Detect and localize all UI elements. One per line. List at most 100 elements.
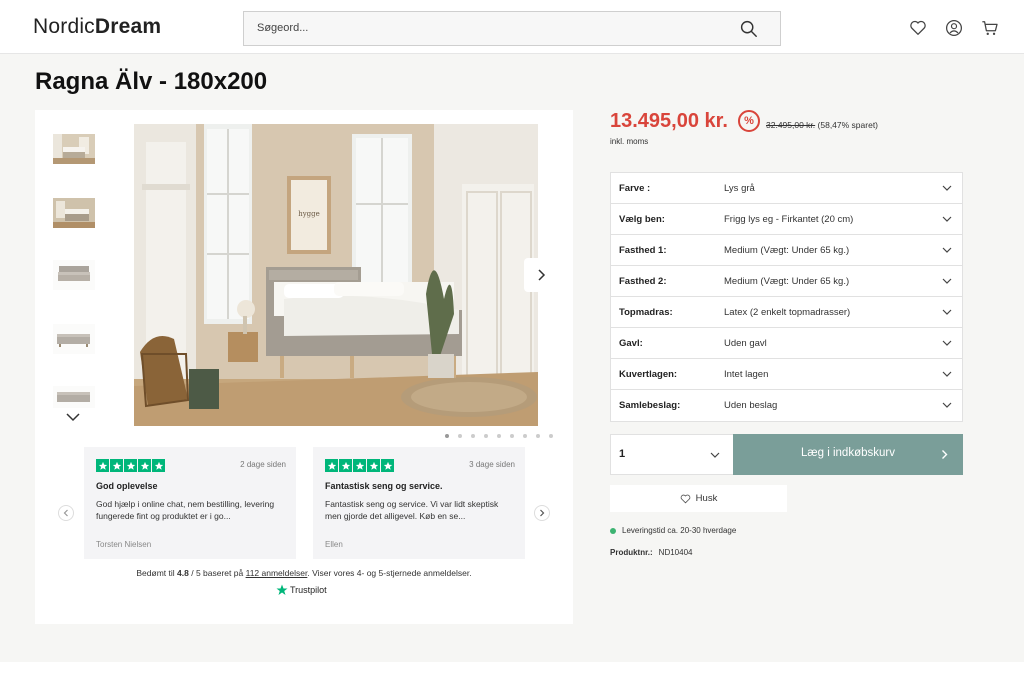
trustpilot-logo[interactable]: Trustpilot: [276, 584, 327, 596]
chevron-down-icon[interactable]: [65, 411, 81, 423]
option-firmness-2-select[interactable]: Fasthed 2: Medium (Vægt: Under 65 kg.): [611, 266, 962, 297]
review-stars: [325, 459, 394, 472]
option-color-select[interactable]: Farve : Lys grå: [611, 173, 962, 204]
add-to-cart-label: Læg i indkøbskurv: [801, 447, 895, 459]
trustpilot-star-icon: [276, 584, 288, 595]
option-value: Uden beslag: [724, 400, 778, 411]
site-logo[interactable]: NordicDream: [33, 15, 161, 39]
product-number: Produktnr.: ND10404: [610, 548, 693, 557]
review-author: Torsten Nielsen: [96, 540, 152, 549]
site-header: NordicDream: [0, 0, 1024, 54]
chevron-down-icon: [710, 452, 720, 458]
heart-icon: [680, 494, 690, 503]
option-headboard-select[interactable]: Gavl: Uden gavl: [611, 328, 962, 359]
gallery-thumbnail[interactable]: [53, 386, 95, 408]
wishlist-button[interactable]: Husk: [610, 485, 787, 512]
option-fitting-select[interactable]: Samlebeslag: Uden beslag: [611, 390, 962, 421]
gallery-next-button[interactable]: [524, 258, 558, 292]
chevron-right-icon: [942, 450, 948, 459]
gallery-dot[interactable]: [536, 434, 540, 438]
reviews-prev-button[interactable]: [58, 505, 74, 521]
gallery-dot[interactable]: [510, 434, 514, 438]
chevron-down-icon: [942, 247, 952, 253]
option-topper-select[interactable]: Topmadras: Latex (2 enkelt topmadrasser): [611, 297, 962, 328]
gallery-thumbnail[interactable]: [53, 324, 95, 354]
footer-band: [0, 662, 1024, 675]
option-label: Gavl:: [619, 338, 643, 349]
option-label: Samlebeslag:: [619, 400, 681, 411]
search-input[interactable]: [257, 22, 717, 34]
vat-note: inkl. moms: [610, 137, 649, 146]
option-value: Lys grå: [724, 183, 755, 194]
quantity-select[interactable]: 1: [610, 434, 734, 475]
chevron-down-icon: [942, 371, 952, 377]
option-legs-select[interactable]: Vælg ben: Frigg lys eg - Firkantet (20 c…: [611, 204, 962, 235]
review-date: 2 dage siden: [240, 460, 286, 469]
star-icon: [138, 459, 151, 472]
product-options: Farve : Lys grå Vælg ben: Frigg lys eg -…: [610, 172, 963, 422]
option-value: Uden gavl: [724, 338, 767, 349]
trustpilot-reviews-link[interactable]: 112 anmeldelser: [246, 568, 308, 578]
option-firmness-1-select[interactable]: Fasthed 1: Medium (Vægt: Under 65 kg.): [611, 235, 962, 266]
star-icon: [325, 459, 338, 472]
add-to-cart-button[interactable]: Læg i indkøbskurv: [733, 434, 963, 475]
gallery-dot[interactable]: [471, 434, 475, 438]
search-box: [243, 11, 781, 46]
star-icon: [124, 459, 137, 472]
heart-icon[interactable]: [909, 19, 927, 37]
discount-badge: %: [738, 110, 760, 132]
option-label: Vælg ben:: [619, 214, 665, 225]
user-icon[interactable]: [945, 19, 963, 37]
chevron-down-icon: [942, 185, 952, 191]
option-label: Fasthed 1:: [619, 245, 667, 256]
reviews-next-button[interactable]: [534, 505, 550, 521]
main-product-image[interactable]: hygge: [134, 124, 538, 426]
option-value: Medium (Vægt: Under 65 kg.): [724, 276, 850, 287]
product-price: 13.495,00 kr.: [610, 110, 728, 132]
review-title: God oplevelse: [96, 481, 158, 491]
status-dot-icon: [610, 527, 616, 534]
gallery-thumbnail[interactable]: [53, 134, 95, 164]
gallery-dot[interactable]: [523, 434, 527, 438]
chevron-down-icon: [942, 402, 952, 408]
wall-poster-text: hygge: [298, 210, 320, 218]
gallery-dots: [445, 434, 553, 438]
cart-icon[interactable]: [981, 19, 999, 37]
option-value: Latex (2 enkelt topmadrasser): [724, 307, 851, 318]
old-price: 32.495,00 kr. (58,47% sparet): [766, 120, 879, 130]
review-title: Fantastisk seng og service.: [325, 481, 443, 491]
option-label: Kuvertlagen:: [619, 369, 678, 380]
gallery-dot[interactable]: [497, 434, 501, 438]
option-sheet-select[interactable]: Kuvertlagen: Intet lagen: [611, 359, 962, 390]
chevron-down-icon: [942, 340, 952, 346]
review-card[interactable]: 2 dage siden God oplevelse God hjælp i o…: [84, 447, 296, 559]
gallery-dot[interactable]: [445, 434, 449, 438]
gallery-thumbnail[interactable]: [53, 260, 95, 290]
trustpilot-summary: Bedømt til 4.8 / 5 baseret på 112 anmeld…: [136, 568, 472, 578]
search-icon[interactable]: [740, 20, 758, 38]
gallery-dot[interactable]: [484, 434, 488, 438]
option-value: Intet lagen: [724, 369, 769, 380]
star-icon: [152, 459, 165, 472]
chevron-left-icon: [63, 509, 68, 517]
option-value: Frigg lys eg - Firkantet (20 cm): [724, 214, 854, 225]
chevron-down-icon: [942, 216, 952, 222]
gallery-dot[interactable]: [549, 434, 553, 438]
star-icon: [339, 459, 352, 472]
option-label: Topmadras:: [619, 307, 673, 318]
review-date: 3 dage siden: [469, 460, 515, 469]
option-value: Medium (Vægt: Under 65 kg.): [724, 245, 850, 256]
delivery-text: Leveringstid ca. 20-30 hverdage: [622, 526, 737, 535]
gallery-thumbnail[interactable]: [53, 198, 95, 228]
delivery-status: Leveringstid ca. 20-30 hverdage: [610, 526, 736, 535]
product-title: Ragna Älv - 180x200: [35, 68, 268, 95]
star-icon: [353, 459, 366, 472]
star-icon: [367, 459, 380, 472]
review-body: God hjælp i online chat, nem bestilling,…: [96, 499, 275, 521]
wishlist-label: Husk: [695, 493, 718, 504]
review-card[interactable]: 3 dage siden Fantastisk seng og service.…: [313, 447, 525, 559]
gallery-dot[interactable]: [458, 434, 462, 438]
review-stars: [96, 459, 165, 472]
chevron-down-icon: [942, 278, 952, 284]
option-label: Fasthed 2:: [619, 276, 667, 287]
